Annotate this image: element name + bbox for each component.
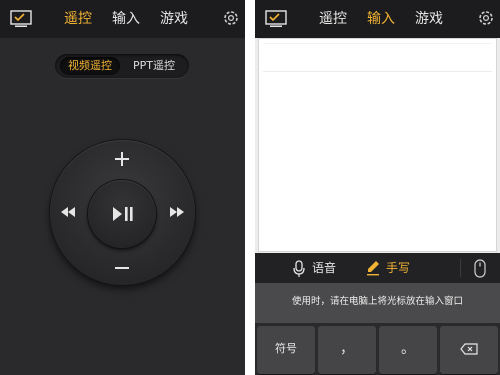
input-mode-bar: 语音 手写 (255, 253, 500, 283)
handwriting-canvas[interactable] (258, 38, 497, 252)
input-hint-text: 使用时，请在电脑上将光标放在输入窗口 (291, 296, 463, 307)
mode-divider (460, 259, 461, 277)
backspace-icon (460, 343, 478, 355)
microphone-icon[interactable] (293, 260, 305, 278)
plus-icon[interactable] (113, 150, 131, 168)
tab-game[interactable]: 游戏 (415, 10, 443, 28)
remote-dpad (50, 140, 195, 285)
tab-input[interactable]: 输入 (112, 10, 140, 28)
play-pause-button[interactable] (88, 180, 156, 248)
remote-screen: 遥控 输入 游戏 视频遥控 PPT遥控 (0, 0, 245, 375)
tab-input[interactable]: 输入 (367, 10, 395, 28)
backspace-key[interactable] (440, 326, 498, 374)
top-nav-bar: 遥控 输入 游戏 (0, 0, 245, 38)
top-nav-bar: 遥控 输入 游戏 (255, 0, 500, 38)
canvas-guide-line (263, 71, 492, 72)
segment-video-remote[interactable]: 视频遥控 (60, 57, 120, 75)
keyboard-row: 符号 ， 。 (255, 323, 500, 375)
tab-remote[interactable]: 遥控 (319, 10, 347, 28)
fast-forward-icon[interactable] (169, 206, 185, 218)
mouse-icon[interactable] (474, 259, 486, 278)
symbol-key[interactable]: 符号 (257, 326, 315, 374)
comma-key[interactable]: ， (318, 326, 376, 374)
pencil-icon[interactable] (366, 260, 380, 276)
input-screen: 遥控 输入 游戏 语音 手写 使用时，请在电脑上将光标放在输入窗口 符号 ， 。 (255, 0, 500, 375)
voice-input-label[interactable]: 语音 (312, 260, 336, 276)
tab-remote[interactable]: 遥控 (64, 10, 92, 28)
minus-icon[interactable] (113, 262, 131, 274)
gear-icon[interactable] (477, 9, 495, 27)
gear-icon[interactable] (222, 9, 240, 27)
segment-ppt-remote[interactable]: PPT遥控 (123, 57, 185, 75)
canvas-guide-line (263, 43, 492, 44)
remote-mode-switch: 视频遥控 PPT遥控 (55, 54, 189, 78)
screen-check-icon[interactable] (10, 10, 32, 28)
hint-bar: 使用时，请在电脑上将光标放在输入窗口 (255, 283, 500, 323)
tab-game[interactable]: 游戏 (160, 10, 188, 28)
period-key[interactable]: 。 (379, 326, 437, 374)
screen-check-icon[interactable] (265, 10, 287, 28)
handwriting-input-label[interactable]: 手写 (386, 260, 410, 276)
rewind-icon[interactable] (60, 206, 76, 218)
play-pause-icon (113, 207, 133, 221)
